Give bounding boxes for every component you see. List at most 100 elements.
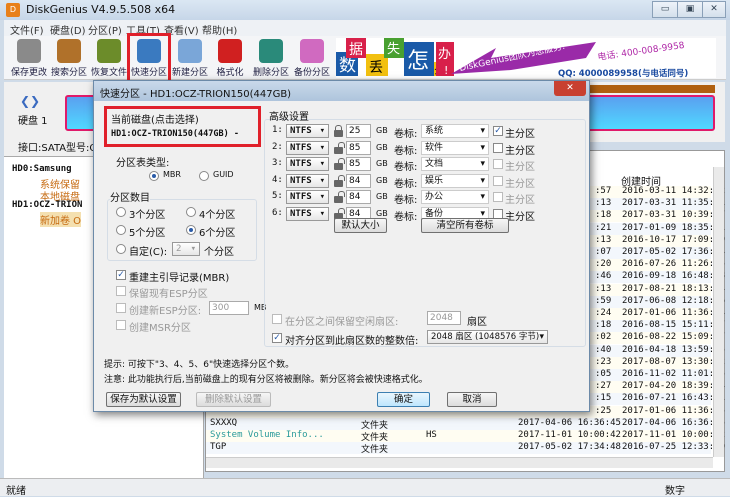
banner-char: 据 xyxy=(349,42,363,58)
menu-partition[interactable]: 分区(P) xyxy=(88,22,122,37)
filesystem-select[interactable]: NTFS xyxy=(286,173,329,188)
align-checkbox[interactable]: ✓ xyxy=(272,333,282,343)
toolbar-button-1[interactable]: 搜索分区 xyxy=(50,36,88,80)
clear-labels-button[interactable]: 清空所有卷标 xyxy=(421,218,509,233)
sectors-unit: 扇区 xyxy=(467,317,487,328)
filesystem-select[interactable]: NTFS xyxy=(286,207,329,221)
primary-checkbox[interactable] xyxy=(493,159,503,170)
volume-label-select[interactable]: 办公 xyxy=(421,190,489,205)
align-select[interactable]: 2048 扇区 (1048576 字节) xyxy=(427,330,548,344)
count-5-radio[interactable] xyxy=(116,225,126,235)
volume-label-select[interactable]: 软件 xyxy=(421,140,489,155)
toolbar-button-7[interactable]: 备份分区 xyxy=(293,36,331,80)
primary-checkbox[interactable]: ✓ xyxy=(493,126,503,136)
ok-button[interactable]: 确定 xyxy=(377,392,430,407)
volume-label-caption: 卷标: xyxy=(394,178,418,190)
size-input[interactable]: 85 xyxy=(346,140,371,155)
modified-time: :02 xyxy=(595,332,612,343)
primary-checkbox[interactable] xyxy=(493,142,503,153)
banner-char: 怎 xyxy=(407,49,429,74)
size-input[interactable]: 85 xyxy=(346,157,371,172)
vertical-scrollbar[interactable] xyxy=(713,167,724,457)
save-default-button[interactable]: 保存为默认设置 xyxy=(106,392,181,407)
size-unit: GB xyxy=(376,175,388,185)
quick-partition-icon xyxy=(137,39,161,63)
reserve-free-checkbox[interactable] xyxy=(272,314,282,324)
current-disk-value[interactable]: HD1:OCZ-TRION150(447GB) - xyxy=(111,129,239,139)
unlock-icon[interactable] xyxy=(334,141,345,154)
delete-default-button[interactable]: 删除默认设置 xyxy=(196,392,271,407)
delete-icon xyxy=(259,39,283,63)
maximize-button[interactable]: ▣ xyxy=(677,1,703,18)
filesystem-select[interactable]: NTFS xyxy=(286,190,329,205)
mbr-radio[interactable] xyxy=(149,171,159,181)
guid-radio[interactable] xyxy=(199,171,209,181)
table-row[interactable]: TGP 文件夹 2017-05-02 17:34:48 2016-07-25 12:3… xyxy=(206,442,725,455)
toolbar-button-5[interactable]: 格式化 xyxy=(211,36,249,80)
table-row[interactable]: System Volume Info... 文件夹 HS 2017-11-01 10:… xyxy=(206,430,725,443)
unlock-icon[interactable] xyxy=(334,191,345,204)
created-time: 2016-07-25 12:33:10 xyxy=(622,442,725,453)
count-4-radio[interactable] xyxy=(186,207,196,217)
default-size-button[interactable]: 默认大小 xyxy=(334,218,387,233)
modified-time: :59 xyxy=(595,295,612,306)
tree-item-hd1[interactable]: HD1:OCZ-TRION xyxy=(12,200,82,210)
menu-view[interactable]: 查看(V) xyxy=(164,22,199,37)
filesystem-select[interactable]: NTFS xyxy=(286,140,329,155)
dialog-close-button[interactable]: ✕ xyxy=(554,81,586,96)
filesystem-select[interactable]: NTFS xyxy=(286,124,329,138)
custom-count-radio[interactable] xyxy=(116,244,126,254)
size-input[interactable]: 84 xyxy=(346,190,371,205)
size-unit: GB xyxy=(376,159,388,169)
toolbar-button-2[interactable]: 恢复文件 xyxy=(90,36,128,80)
count-6-radio[interactable] xyxy=(186,225,196,235)
rebuild-mbr-checkbox[interactable]: ✓ xyxy=(116,270,126,280)
toolbar-button-4[interactable]: 新建分区 xyxy=(171,36,209,80)
volume-label-caption: 卷标: xyxy=(394,212,418,223)
size-unit: GB xyxy=(376,192,388,202)
current-disk-selector[interactable]: 当前磁盘(点击选择) HD1:OCZ-TRION150(447GB) - xyxy=(104,106,261,147)
menu-file[interactable]: 文件(F) xyxy=(10,22,44,37)
quick-partition-dialog: 快速分区 - HD1:OCZ-TRION150(447GB) ✕ 当前磁盘(点击… xyxy=(93,80,590,412)
menu-tools[interactable]: 工具(T) xyxy=(126,22,160,37)
ad-banner[interactable]: 数 据 丢 失 怎 么 办 ! DiskGenius团队为您服务! 电话: 40… xyxy=(336,38,716,79)
unlock-icon[interactable] xyxy=(334,174,345,187)
dialog-title-bar: 快速分区 - HD1:OCZ-TRION150(447GB) ✕ xyxy=(94,81,589,101)
menu-disk[interactable]: 硬盘(D) xyxy=(50,22,86,37)
table-row[interactable]: SXXXQ 文件夹 2017-04-06 16:36:45 2017-04-06 16… xyxy=(206,417,725,431)
primary-checkbox[interactable] xyxy=(493,192,503,203)
modified-time: 2017-05-02 17:34:48 xyxy=(518,442,621,453)
menu-bar: 文件(F) 硬盘(D) 分区(P) 工具(T) 查看(V) 帮助(H) xyxy=(4,20,726,37)
toolbar-button-6[interactable]: 删除分区 xyxy=(252,36,290,80)
dialog-title: 快速分区 - HD1:OCZ-TRION150(447GB) xyxy=(100,89,292,100)
esp-size-input[interactable]: 300 xyxy=(209,301,249,315)
cancel-button[interactable]: 取消 xyxy=(447,392,497,407)
keep-esp-checkbox[interactable] xyxy=(116,286,126,296)
primary-checkbox[interactable] xyxy=(493,175,503,186)
count-3-radio[interactable] xyxy=(116,207,126,217)
toolbar-button-3[interactable]: 快速分区 xyxy=(127,33,171,83)
msr-checkbox[interactable] xyxy=(116,320,126,330)
toolbar-button-0[interactable]: 保存更改 xyxy=(10,36,48,80)
custom-count-select[interactable]: 2 xyxy=(172,242,200,256)
lock-icon[interactable] xyxy=(334,125,343,137)
unlock-icon[interactable] xyxy=(334,158,345,171)
minimize-button[interactable]: ▭ xyxy=(652,1,678,18)
filesystem-select[interactable]: NTFS xyxy=(286,157,329,172)
created-time: 2017-01-06 11:36:25 xyxy=(622,405,725,416)
menu-help[interactable]: 帮助(H) xyxy=(202,22,237,37)
horizontal-scrollbar[interactable] xyxy=(206,457,713,468)
new-esp-checkbox[interactable] xyxy=(116,303,126,313)
tree-item-hd0[interactable]: HD0:Samsung xyxy=(12,164,72,174)
count-6-label: 6个分区 xyxy=(199,228,236,239)
volume-label-select[interactable]: 文档 xyxy=(421,157,489,172)
nav-arrows-icon[interactable]: ❮❯ xyxy=(20,94,40,108)
size-input[interactable]: 25 xyxy=(346,124,371,138)
close-button[interactable]: ✕ xyxy=(702,1,726,18)
size-input[interactable]: 84 xyxy=(346,173,371,188)
tree-item-new-volume[interactable]: 新加卷 O xyxy=(40,212,82,227)
reserve-free-input[interactable]: 2048 xyxy=(427,311,461,325)
volume-label-select[interactable]: 娱乐 xyxy=(421,173,489,188)
volume-label-select[interactable]: 系统 xyxy=(421,124,489,138)
interface-label: 接口:SATA xyxy=(18,143,67,154)
